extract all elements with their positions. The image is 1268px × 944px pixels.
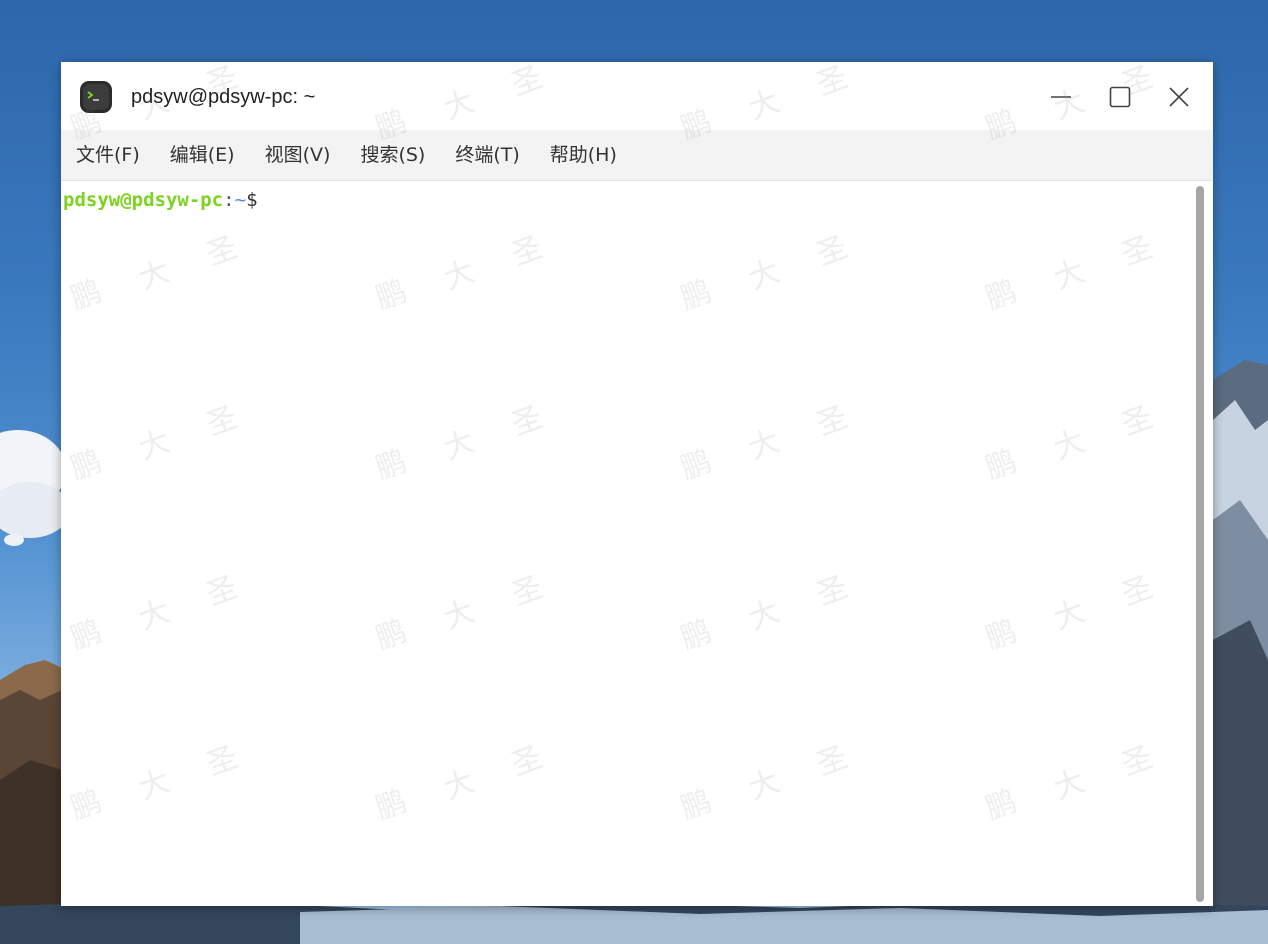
menu-edit[interactable]: 编辑(E) (155, 130, 250, 180)
prompt-separator: : (223, 189, 235, 211)
menu-help[interactable]: 帮助(H) (535, 130, 632, 180)
maximize-icon (1109, 86, 1131, 108)
window-title: pdsyw@pdsyw-pc: ~ (131, 86, 316, 108)
prompt-user: pdsyw@pdsyw-pc (63, 189, 224, 211)
maximize-button[interactable] (1103, 80, 1137, 114)
prompt-line: pdsyw@pdsyw-pc:~$ (63, 187, 258, 213)
close-icon (1169, 87, 1189, 107)
minimize-icon (1051, 96, 1071, 98)
terminal-window[interactable]: pdsyw@pdsyw-pc: ~ 文件(F) 编辑(E) 视图(V) 搜索(S… (61, 62, 1213, 906)
menu-terminal[interactable]: 终端(T) (440, 130, 534, 180)
scrollbar[interactable] (1194, 186, 1206, 902)
close-button[interactable] (1162, 80, 1196, 114)
desktop: pdsyw@pdsyw-pc: ~ 文件(F) 编辑(E) 视图(V) 搜索(S… (0, 0, 1268, 944)
menu-file[interactable]: 文件(F) (61, 130, 155, 180)
terminal-icon (79, 80, 113, 114)
menu-search[interactable]: 搜索(S) (345, 130, 440, 180)
title-bar[interactable]: pdsyw@pdsyw-pc: ~ (61, 62, 1213, 130)
menu-bar: 文件(F) 编辑(E) 视图(V) 搜索(S) 终端(T) 帮助(H) (61, 130, 1213, 181)
prompt-symbol: $ (246, 189, 258, 211)
scrollbar-thumb[interactable] (1196, 186, 1204, 902)
menu-view[interactable]: 视图(V) (250, 130, 346, 180)
terminal-area[interactable]: pdsyw@pdsyw-pc:~$ (61, 181, 1213, 906)
minimize-button[interactable] (1044, 80, 1078, 114)
prompt-path: ~ (234, 189, 247, 211)
